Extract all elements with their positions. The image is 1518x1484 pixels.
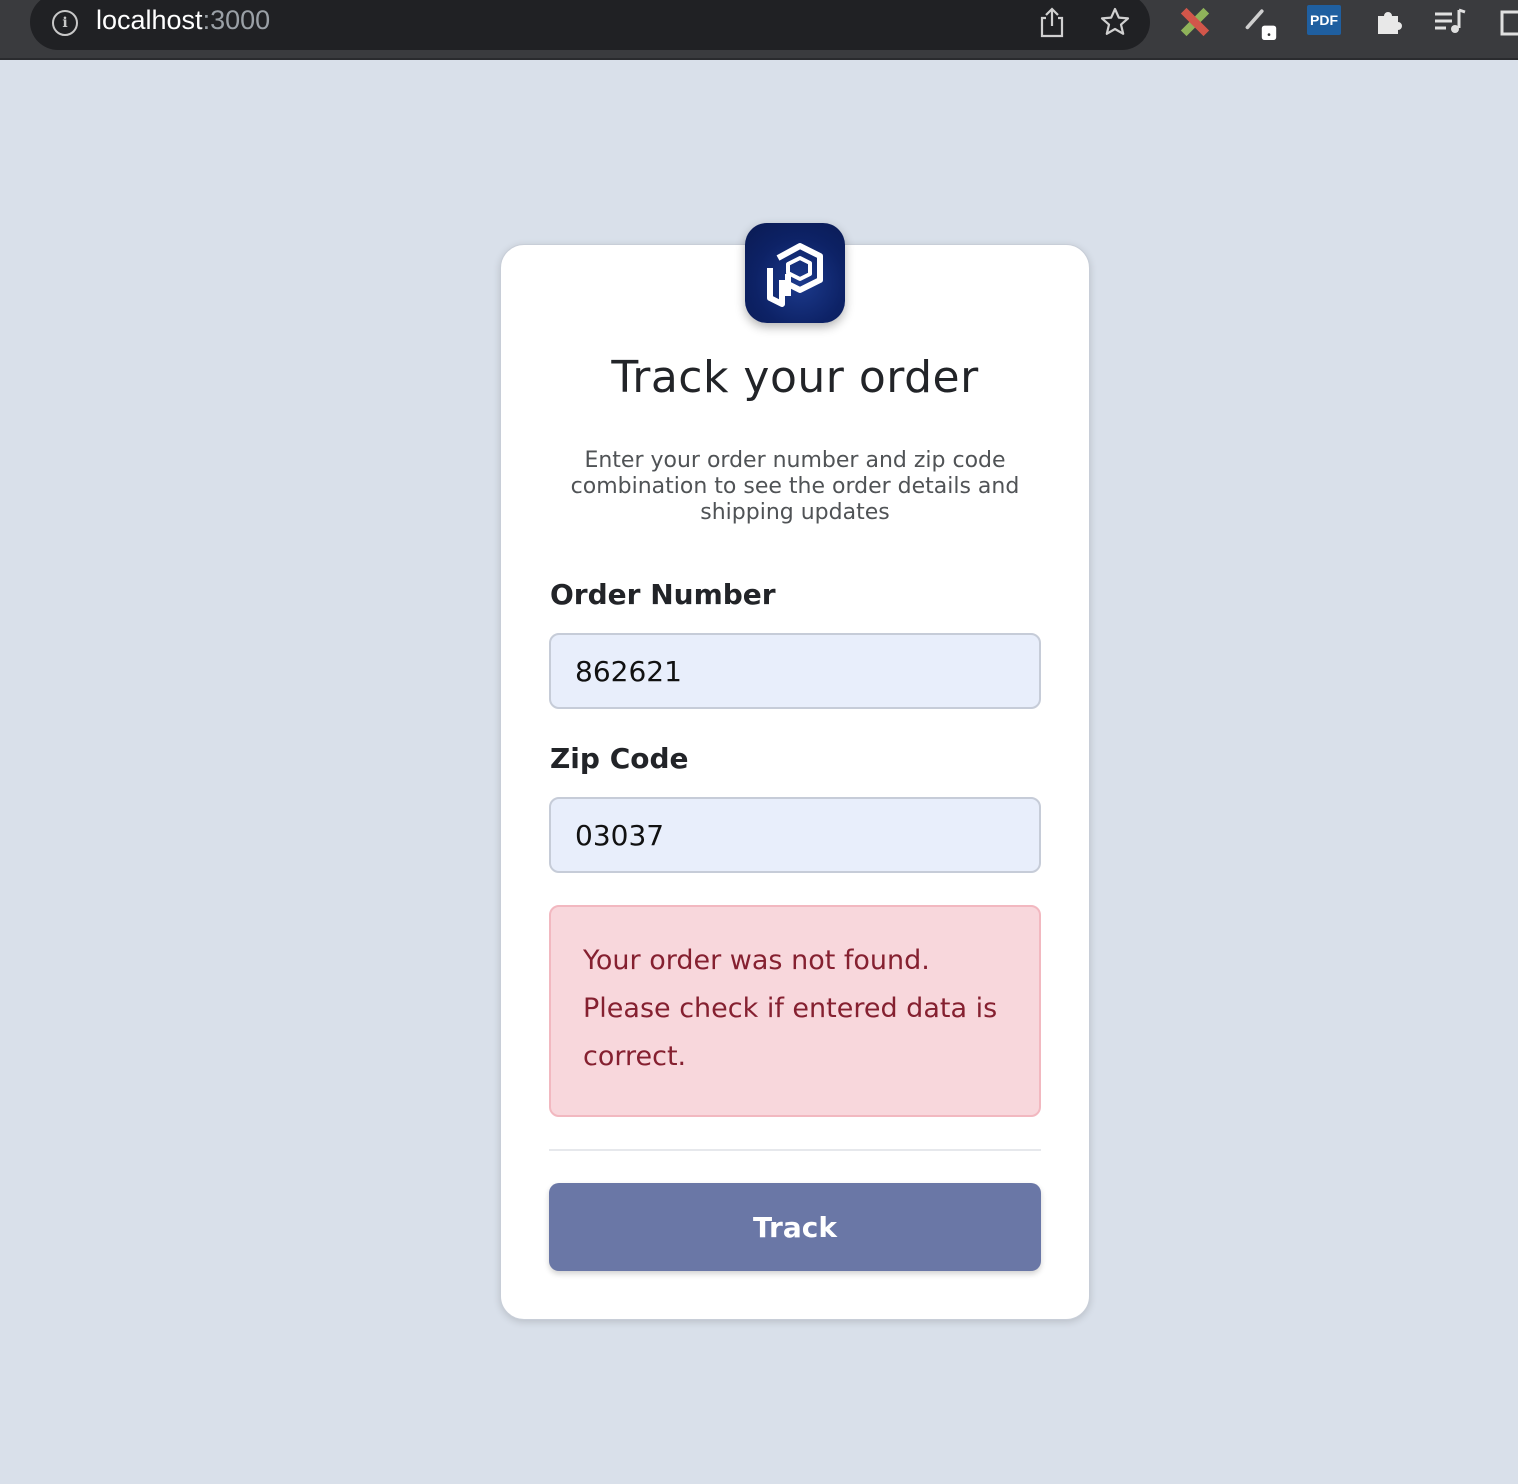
track-order-card <box>500 244 1090 1320</box>
cube-logo-icon <box>767 243 823 307</box>
pdf-extension-icon[interactable]: PDF <box>1307 5 1341 35</box>
info-icon[interactable]: i <box>52 10 78 36</box>
media-queue-icon[interactable] <box>1432 4 1468 40</box>
zip-code-input[interactable] <box>549 797 1041 873</box>
share-icon[interactable] <box>1034 4 1070 40</box>
window-icon[interactable] <box>1496 4 1518 40</box>
ruler-extension-icon[interactable] <box>1177 4 1213 40</box>
error-alert: Your order was not found. Please check i… <box>549 905 1041 1117</box>
url-host: localhost <box>96 5 203 35</box>
brand-logo <box>745 223 845 323</box>
puzzle-extensions-icon[interactable] <box>1370 4 1406 40</box>
zip-code-label: Zip Code <box>550 742 689 775</box>
order-number-input[interactable] <box>549 633 1041 709</box>
bookmark-star-icon[interactable] <box>1097 4 1133 40</box>
url-text[interactable]: localhost:3000 <box>96 5 270 36</box>
page-subtitle: Enter your order number and zip code com… <box>570 448 1020 525</box>
track-button[interactable]: Track <box>549 1183 1041 1271</box>
page-title: Track your order <box>611 352 979 403</box>
divider <box>549 1149 1041 1151</box>
error-message: Your order was not found. Please check i… <box>583 945 998 1072</box>
browser-toolbar: i localhost:3000 PDF <box>0 0 1518 60</box>
url-port: :3000 <box>202 5 271 35</box>
pen-extension-icon[interactable] <box>1242 4 1278 40</box>
order-number-label: Order Number <box>550 578 776 611</box>
